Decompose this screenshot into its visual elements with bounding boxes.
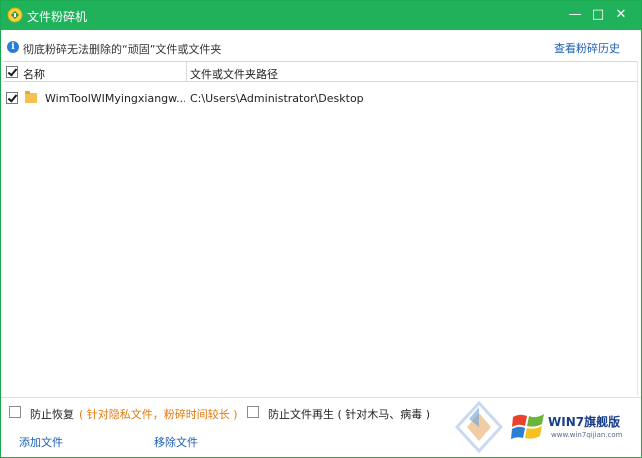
file-list: 名称 文件或文件夹路径 WimToolWIMyingxiangw... C:\U…	[3, 61, 637, 395]
list-header: 名称 文件或文件夹路径	[3, 62, 637, 82]
file-shredder-window: 文件粉碎机 — □ ✕ i 彻底粉碎无法删除的“顽固”文件或文件夹 查看粉碎历史…	[0, 0, 642, 458]
watermark-diamond-icon	[455, 401, 503, 453]
info-text: 彻底粉碎无法删除的“顽固”文件或文件夹	[23, 43, 222, 56]
column-header-path[interactable]: 文件或文件夹路径	[190, 66, 278, 82]
list-item-path: C:\Users\Administrator\Desktop	[190, 92, 364, 105]
prevent-recovery-note: ( 针对隐私文件，粉碎时间较长 )	[79, 408, 238, 421]
prevent-regen-label[interactable]: 防止文件再生 ( 针对木马、病毒 )	[268, 406, 430, 422]
info-bar: i 彻底粉碎无法删除的“顽固”文件或文件夹 查看粉碎历史	[1, 35, 641, 59]
select-all-checkbox[interactable]	[6, 66, 18, 78]
window-title: 文件粉碎机	[27, 10, 88, 24]
column-divider[interactable]	[186, 62, 187, 82]
watermark-logo: WIN7旗舰版 www.win7qijian.com	[453, 399, 641, 457]
maximize-button[interactable]: □	[588, 5, 608, 25]
minimize-button[interactable]: —	[565, 5, 585, 25]
windows-logo-icon	[511, 414, 544, 439]
watermark-text: WIN7旗舰版	[548, 415, 621, 429]
prevent-recovery-checkbox[interactable]	[9, 406, 21, 418]
shredder-app-icon	[7, 7, 23, 23]
folder-icon	[25, 91, 37, 103]
remove-file-button[interactable]: 移除文件	[154, 434, 198, 450]
list-item-name: WimToolWIMyingxiangw...	[45, 92, 185, 105]
close-button[interactable]: ✕	[611, 5, 631, 25]
watermark-url: www.win7qijian.com	[551, 431, 623, 439]
info-icon: i	[7, 41, 19, 53]
list-scrollbar[interactable]	[637, 61, 641, 395]
view-history-link[interactable]: 查看粉碎历史	[554, 40, 620, 56]
list-item[interactable]: WimToolWIMyingxiangw... C:\Users\Adminis…	[3, 88, 637, 108]
prevent-recovery-label[interactable]: 防止恢复	[30, 406, 74, 422]
list-item-checkbox[interactable]	[6, 92, 18, 104]
prevent-regen-checkbox[interactable]	[247, 406, 259, 418]
title-bar[interactable]: 文件粉碎机 — □ ✕	[1, 1, 641, 30]
add-file-button[interactable]: 添加文件	[19, 434, 63, 450]
column-header-name[interactable]: 名称	[23, 66, 45, 82]
